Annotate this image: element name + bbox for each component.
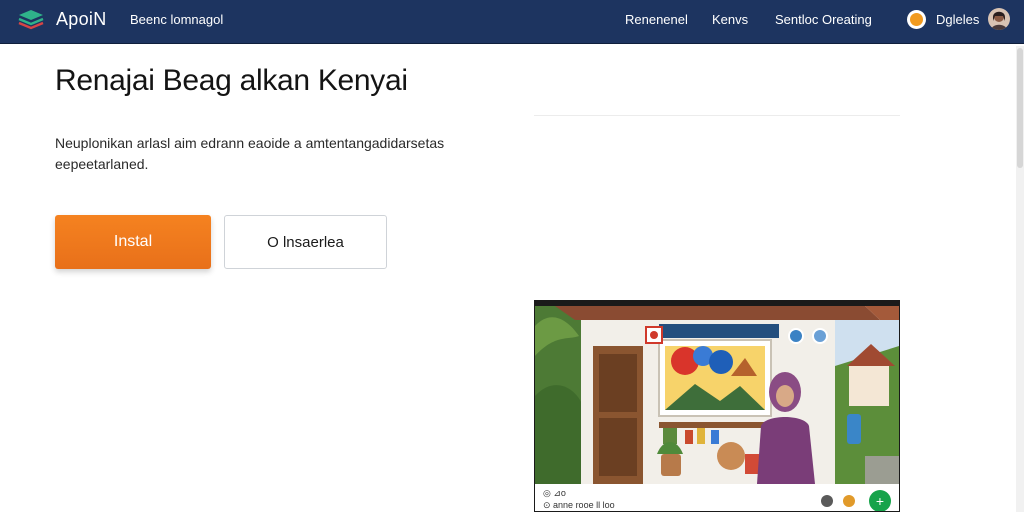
nav-link-2[interactable]: Kenvs [712,12,748,27]
page-description: Neuplonikan arlasl aim edrann eaoide a a… [55,135,445,172]
top-navbar: ApoiN Beenc lomnagol Renenenel Kenvs Sen… [0,0,1024,44]
share-icon[interactable] [812,328,828,344]
preview-caption-bottom: ⊙ anne rooe ll loo [543,500,615,510]
divider [534,115,900,116]
user-avatar[interactable] [988,8,1010,30]
preview-card[interactable]: ◎ ⊿o ⊙ anne rooe ll loo + [534,300,900,512]
nav-link-3[interactable]: Sentloc Oreating [775,12,872,27]
preview-caption-top: ◎ ⊿o [543,488,566,498]
info-icon[interactable] [788,328,804,344]
preview-toolbar: ◎ ⊿o ⊙ anne rooe ll loo + [535,484,899,511]
like-icon[interactable] [843,495,855,507]
notification-icon[interactable] [907,10,926,29]
camera-icon[interactable] [645,326,663,344]
secondary-button[interactable]: O lnsaerlea [224,215,387,269]
install-button[interactable]: Instal [55,215,211,269]
brand-name[interactable]: ApoiN [56,9,107,30]
nav-link-1[interactable]: Renenenel [625,12,688,27]
user-name[interactable]: Dgleles [936,12,979,27]
brand-subtitle: Beenc lomnagol [130,12,224,27]
scrollbar-thumb[interactable] [1017,48,1023,168]
gallery-icon[interactable] [821,495,833,507]
page-title: Renajai Beag alkan Kenyai [55,64,408,97]
add-icon[interactable]: + [869,490,891,511]
preview-image [535,306,899,484]
logo-icon[interactable] [17,8,45,30]
